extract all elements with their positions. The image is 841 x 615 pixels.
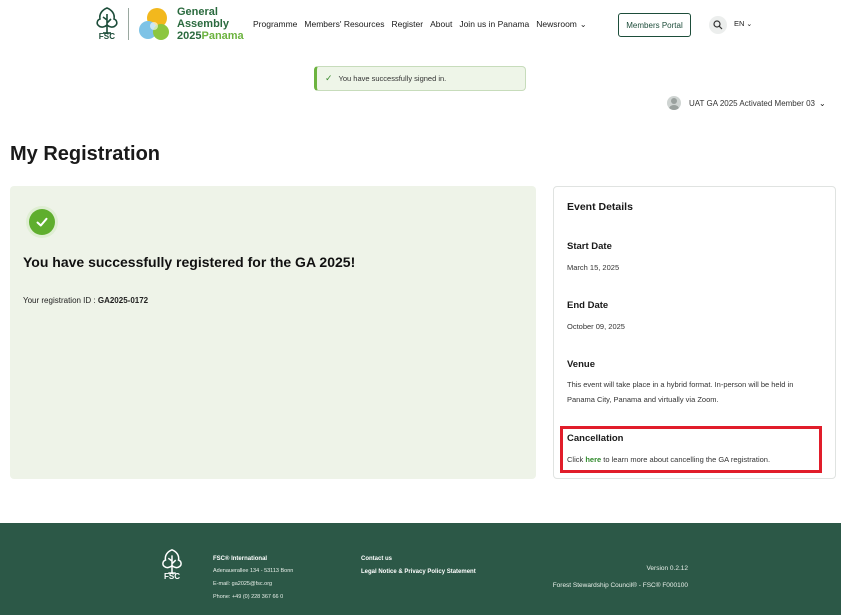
- contact-us-link[interactable]: Contact us: [361, 556, 476, 562]
- ga-line1: General: [177, 6, 218, 18]
- cancellation-text-post: to learn more about cancelling the GA re…: [601, 455, 771, 464]
- end-date-value: October 09, 2025: [567, 322, 625, 331]
- end-date-label: End Date: [567, 300, 609, 311]
- alert-message: You have successfully signed in.: [338, 74, 447, 83]
- fsc-tree-icon: [162, 549, 182, 574]
- nav-register[interactable]: Register: [391, 19, 423, 29]
- logo-divider: [128, 8, 129, 40]
- chevron-down-icon: ⌄: [819, 98, 826, 108]
- nav-members-resources[interactable]: Members' Resources: [304, 19, 384, 29]
- fsc-logo-text: FSC: [98, 32, 116, 41]
- registration-id-value: GA2025-0172: [97, 296, 149, 305]
- chevron-down-icon: ⌄: [746, 20, 753, 28]
- cancellation-label: Cancellation: [567, 433, 624, 444]
- footer-fsc-logo[interactable]: FSC: [157, 548, 187, 581]
- footer-meta: Version 0.2.12 Forest Stewardship Counci…: [553, 565, 688, 599]
- fsc-tree-icon: FSC: [90, 6, 124, 42]
- search-button[interactable]: [709, 16, 727, 34]
- ga-emblem-icon: [137, 7, 171, 41]
- version-text: Version 0.2.12: [646, 565, 688, 572]
- ga-year: 2025: [177, 30, 202, 42]
- registration-success-card: You have successfully registered for the…: [10, 186, 536, 479]
- nav-newsroom[interactable]: Newsroom ⌄: [536, 19, 586, 29]
- cancellation-here-link[interactable]: here: [585, 455, 601, 464]
- search-icon: [713, 20, 723, 30]
- legal-notice-link[interactable]: Legal Notice & Privacy Policy Statement: [361, 569, 476, 575]
- site-header: FSC General Assembly 2025Panama Programm…: [0, 0, 841, 52]
- venue-value: This event will take place in a hybrid f…: [567, 380, 794, 404]
- language-selector[interactable]: EN ⌄: [734, 19, 752, 28]
- copyright-text: Forest Stewardship Council® - FSC® F0001…: [552, 582, 688, 589]
- footer-email[interactable]: E-mail: ga2025@fsc.org: [213, 581, 293, 587]
- ga-place: Panama: [201, 30, 244, 42]
- nav-join-us[interactable]: Join us in Panama: [459, 19, 529, 29]
- start-date-value: March 15, 2025: [567, 263, 620, 272]
- event-details-card: Event Details Start Date March 15, 2025 …: [553, 186, 836, 479]
- success-alert: ✓ You have successfully signed in.: [314, 66, 526, 91]
- registration-id-label: Your registration ID :: [23, 296, 98, 305]
- footer-phone: Phone: +49 (0) 228 367 66 0: [213, 594, 284, 600]
- nav-programme[interactable]: Programme: [253, 19, 297, 29]
- footer-address: FSC® International Adenauerallee 134 - 5…: [213, 556, 293, 607]
- nav-about[interactable]: About: [430, 19, 452, 29]
- venue-label: Venue: [567, 359, 595, 370]
- cancellation-text-pre: Click: [567, 455, 586, 464]
- ga-line2: Assembly: [177, 18, 229, 30]
- footer-links: Contact us Legal Notice & Privacy Policy…: [361, 556, 476, 582]
- footer-street: Adenauerallee 134 - 53113 Bonn: [213, 568, 294, 574]
- members-portal-button[interactable]: Members Portal: [618, 13, 691, 37]
- success-heading: You have successfully registered for the…: [23, 254, 356, 270]
- event-details-title: Event Details: [567, 201, 633, 213]
- nav-newsroom-label: Newsroom: [536, 19, 577, 29]
- success-check-icon: [26, 206, 58, 238]
- avatar-icon: [667, 96, 681, 110]
- start-date-label: Start Date: [567, 241, 612, 252]
- registration-id: Your registration ID : GA2025-0172: [23, 296, 148, 305]
- user-menu[interactable]: UAT GA 2025 Activated Member 03 ⌄: [667, 96, 826, 110]
- user-name: UAT GA 2025 Activated Member 03: [689, 98, 815, 108]
- site-logo[interactable]: FSC General Assembly 2025Panama: [90, 6, 244, 42]
- footer-fsc-text: FSC: [164, 572, 180, 581]
- cancellation-text: Click here to learn more about cancellin…: [567, 455, 770, 464]
- check-icon: ✓: [325, 73, 333, 83]
- footer-org-name: FSC® International: [213, 556, 268, 562]
- main-nav: Programme Members' Resources Register Ab…: [253, 19, 594, 29]
- chevron-down-icon: ⌄: [579, 19, 587, 29]
- language-label: EN: [734, 19, 745, 28]
- site-footer: FSC FSC® International Adenauerallee 134…: [0, 523, 841, 615]
- page-title: My Registration: [10, 143, 161, 165]
- ga-logo-title: General Assembly 2025Panama: [177, 6, 244, 42]
